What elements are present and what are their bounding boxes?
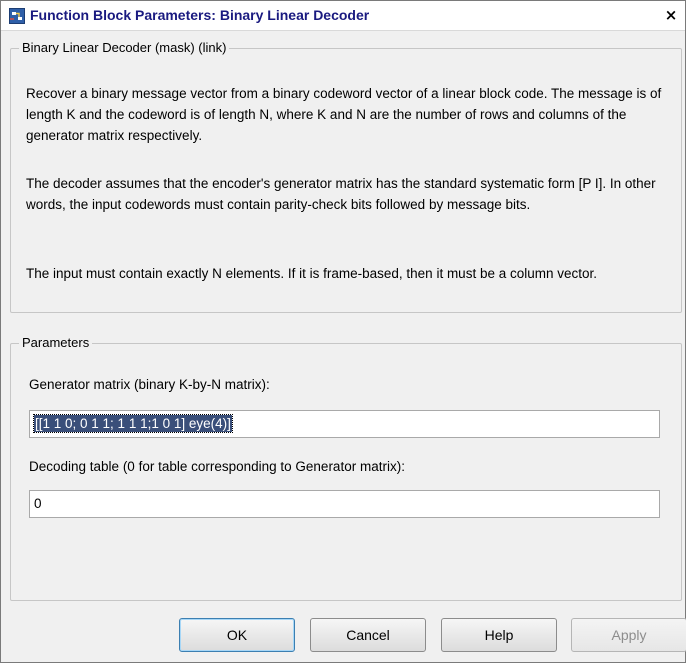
parameters-group: Parameters Generator matrix (binary K-by…: [10, 335, 682, 601]
description-paragraph-1: Recover a binary message vector from a b…: [26, 86, 662, 143]
window-title: Function Block Parameters: Binary Linear…: [30, 7, 370, 23]
close-icon[interactable]: ×: [663, 7, 679, 23]
help-button[interactable]: Help: [441, 618, 557, 652]
cancel-button[interactable]: Cancel: [310, 618, 426, 652]
description-paragraph-3: The input must contain exactly N element…: [26, 266, 598, 281]
dialog-window: Function Block Parameters: Binary Linear…: [0, 0, 686, 663]
generator-matrix-label: Generator matrix (binary K-by-N matrix):: [29, 377, 270, 392]
apply-button[interactable]: Apply: [571, 618, 686, 652]
parameters-group-legend: Parameters: [19, 335, 93, 351]
generator-matrix-value: [[1 1 0; 0 1 1; 1 1 1;1 0 1] eye(4)]: [33, 414, 233, 433]
simulink-block-icon: [9, 8, 25, 24]
title-bar[interactable]: Function Block Parameters: Binary Linear…: [1, 1, 685, 31]
ok-button[interactable]: OK: [179, 618, 295, 652]
description-paragraph-2: The decoder assumes that the encoder's g…: [26, 176, 656, 212]
decoding-table-input[interactable]: 0: [29, 490, 660, 518]
description-group: Binary Linear Decoder (mask) (link) Reco…: [10, 40, 682, 313]
generator-matrix-input[interactable]: [[1 1 0; 0 1 1; 1 1 1;1 0 1] eye(4)]: [29, 410, 660, 438]
decoding-table-value: 0: [34, 496, 42, 511]
decoding-table-label: Decoding table (0 for table correspondin…: [29, 459, 405, 474]
description-group-legend: Binary Linear Decoder (mask) (link): [19, 40, 230, 56]
